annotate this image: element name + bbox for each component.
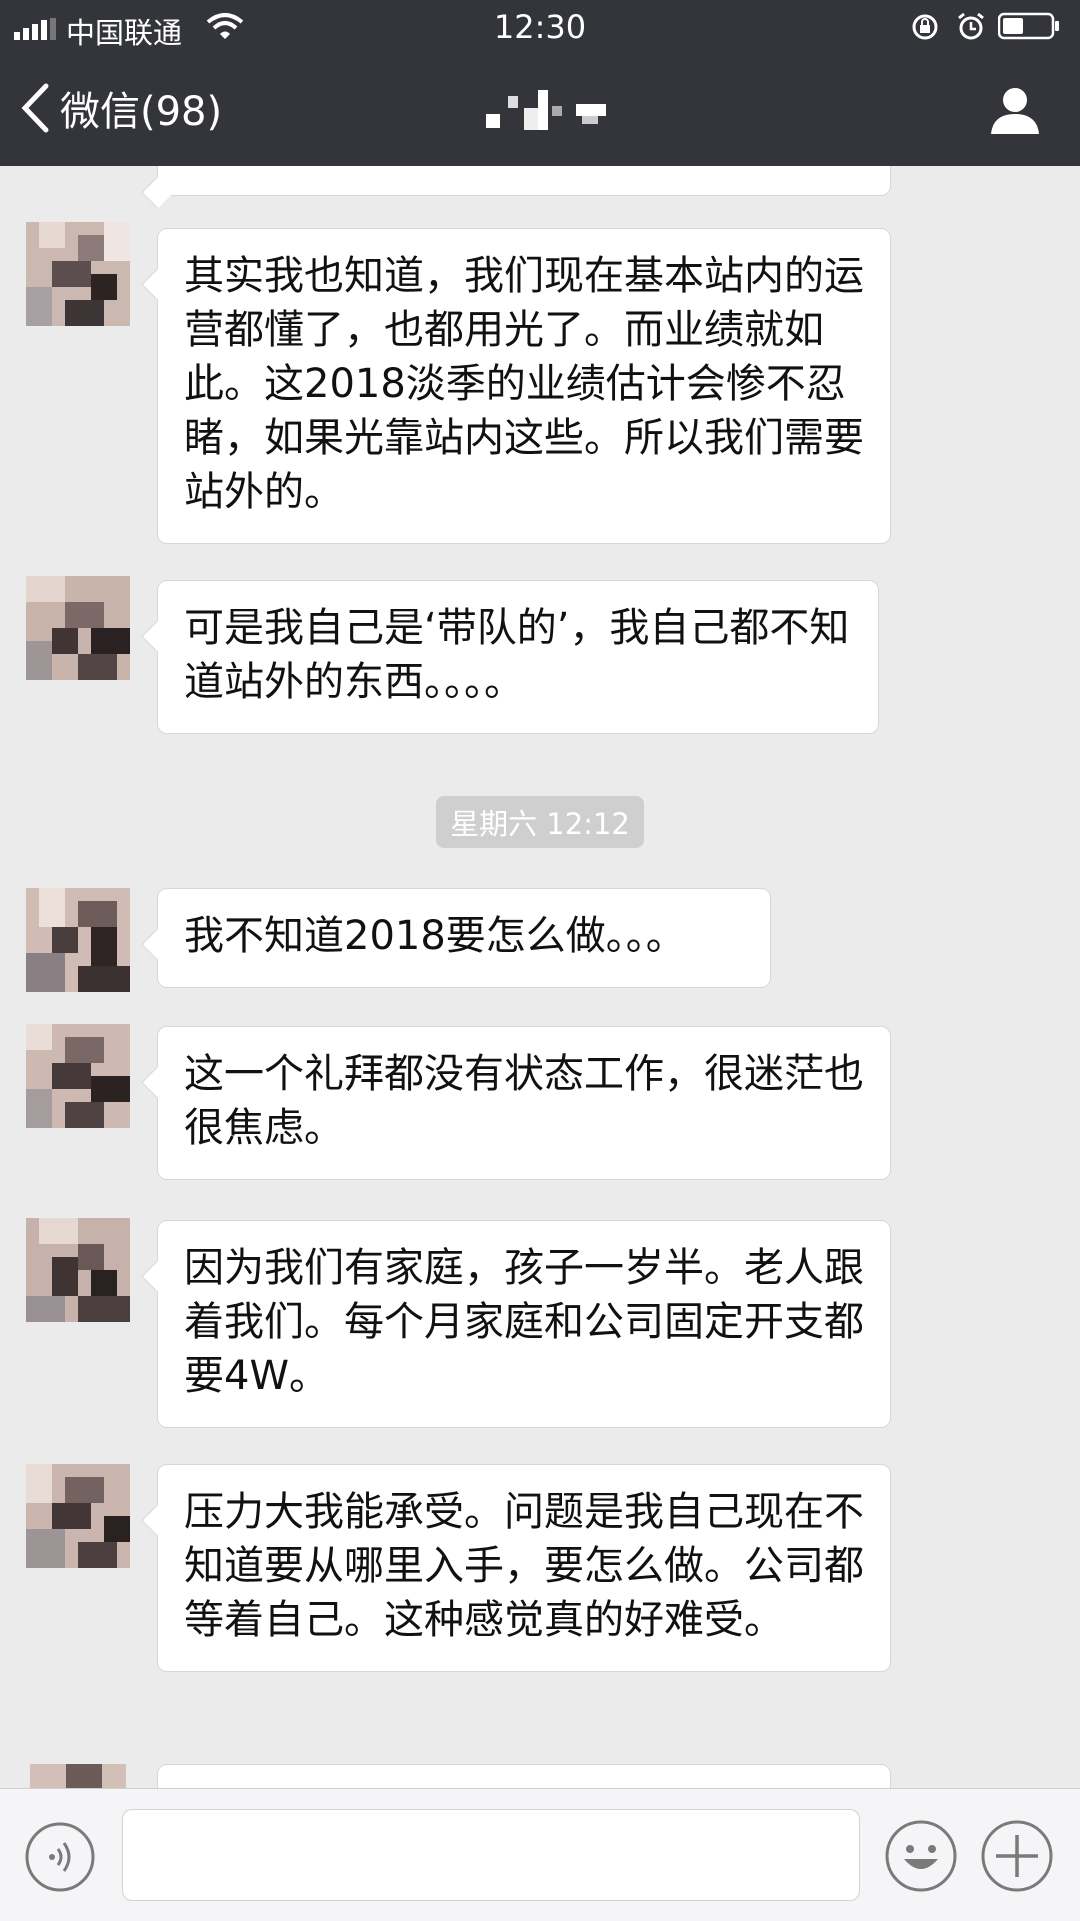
message-text: 因为我们有家庭，孩子一岁半。老人跟着我们。每个月家庭和公司固定开支都要4W。 — [184, 1245, 864, 1399]
emoji-icon[interactable] — [884, 1819, 958, 1893]
message-text: 这一个礼拜都没有状态工作，很迷茫也很焦虑。 — [184, 1051, 864, 1151]
alarm-icon — [958, 12, 984, 40]
avatar — [26, 1464, 130, 1568]
voice-icon[interactable] — [24, 1821, 96, 1893]
chat-title-pixelated — [486, 90, 606, 130]
avatar — [26, 1764, 130, 1788]
message-bubble[interactable]: 压力大我能承受。问题是我自己现在不知道要从哪里入手，要怎么做。公司都等着自己。这… — [157, 1464, 891, 1672]
message-bubble[interactable]: 因为我们有家庭，孩子一岁半。老人跟着我们。每个月家庭和公司固定开支都要4W。 — [157, 1220, 891, 1428]
message-text: 压力大我能承受。问题是我自己现在不知道要从哪里入手，要怎么做。公司都等着自己。这… — [184, 1489, 864, 1643]
profile-icon[interactable] — [988, 84, 1042, 136]
message-bubble[interactable]: 其实我也知道，我们现在基本站内的运营都懂了，也都用光了。而业绩就如此。这2018… — [157, 228, 891, 544]
rotation-lock-icon — [912, 14, 938, 40]
avatar — [26, 888, 130, 992]
top-bar: 中国联通 12:30 微信(98) — [0, 0, 1080, 166]
status-bar: 中国联通 12:30 — [0, 0, 1080, 56]
battery-icon — [998, 12, 1059, 40]
message-bubble-partial — [157, 1764, 891, 1788]
nav-bar: 微信(98) — [0, 56, 1080, 166]
timestamp-divider: 星期六 12:12 — [436, 796, 644, 848]
back-button[interactable]: 微信(98) — [20, 80, 222, 136]
message-text: 我不知道2018要怎么做。。。 — [184, 913, 686, 959]
avatar — [26, 576, 130, 680]
avatar — [26, 222, 130, 326]
message-bubble-partial — [157, 166, 891, 196]
message-text: 可是我自己是‘带队的’，我自己都不知道站外的东西。。。。 — [184, 605, 850, 705]
avatar — [26, 1024, 130, 1128]
avatar — [26, 1218, 130, 1322]
message-bubble[interactable]: 这一个礼拜都没有状态工作，很迷茫也很焦虑。 — [157, 1026, 891, 1180]
chevron-left-icon — [21, 83, 49, 133]
back-label: 微信(98) — [60, 89, 223, 135]
message-input[interactable] — [122, 1809, 860, 1901]
message-text: 其实我也知道，我们现在基本站内的运营都懂了，也都用光了。而业绩就如此。这2018… — [184, 253, 864, 515]
message-bubble[interactable]: 我不知道2018要怎么做。。。 — [157, 888, 771, 988]
message-bubble[interactable]: 可是我自己是‘带队的’，我自己都不知道站外的东西。。。。 — [157, 580, 879, 734]
chat-area[interactable]: 其实我也知道，我们现在基本站内的运营都懂了，也都用光了。而业绩就如此。这2018… — [0, 166, 1080, 1788]
input-bar — [0, 1788, 1080, 1921]
plus-icon[interactable] — [980, 1819, 1054, 1893]
